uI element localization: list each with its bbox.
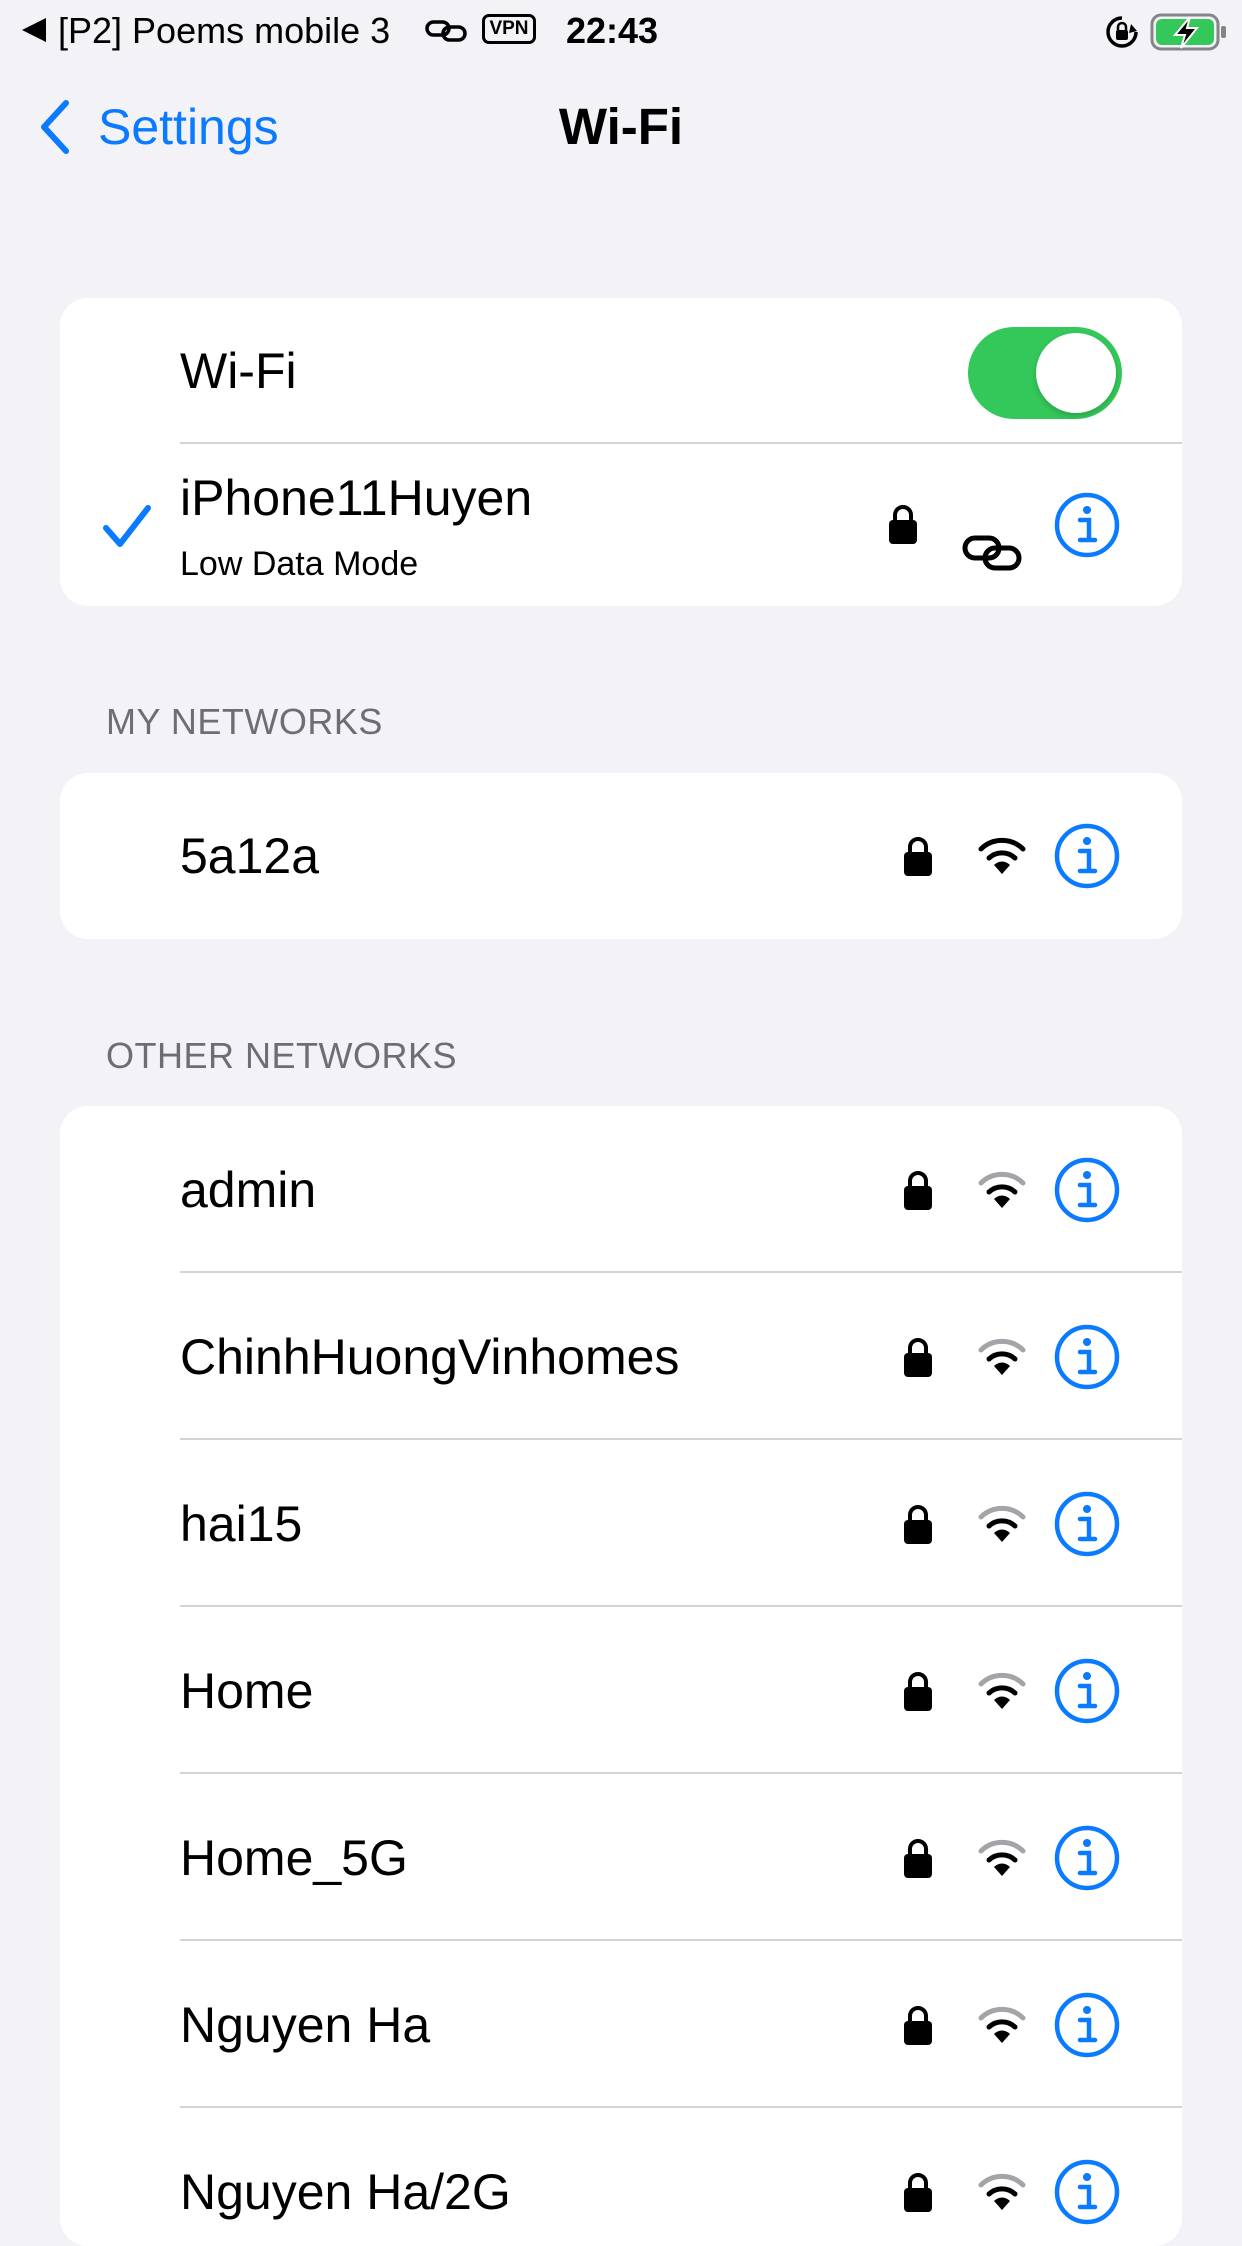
settings-back-label[interactable]: Settings — [98, 92, 279, 162]
network-row[interactable]: 5a12a — [60, 773, 1182, 939]
network-row[interactable]: Nguyen Ha — [60, 1941, 1182, 2108]
wifi-signal-icon — [978, 1505, 1026, 1542]
link-icon — [425, 20, 467, 42]
network-name: ChinhHuongVinhomes — [180, 1328, 680, 1385]
info-icon[interactable] — [1054, 1491, 1120, 1557]
back-to-app-icon[interactable] — [22, 18, 46, 42]
wifi-toggle[interactable] — [968, 327, 1122, 419]
info-icon[interactable] — [1054, 1157, 1120, 1223]
info-icon[interactable] — [1054, 1324, 1120, 1390]
other-networks-group: admin ChinhHuongVinhomes hai15 Home Home… — [60, 1106, 1182, 2246]
lock-icon — [904, 1171, 932, 1210]
vpn-badge: VPN — [482, 14, 536, 44]
network-row[interactable]: admin — [60, 1106, 1182, 1273]
connected-network-name: iPhone11Huyen — [180, 470, 533, 526]
status-bar: [P2] Poems mobile 3 VPN 22:43 — [0, 0, 1242, 62]
info-icon[interactable] — [1054, 1658, 1120, 1724]
info-icon[interactable] — [1054, 1825, 1120, 1891]
network-name: 5a12a — [180, 828, 320, 884]
checkmark-icon — [103, 505, 151, 547]
connected-network-row[interactable]: iPhone11Huyen Low Data Mode — [60, 444, 1182, 606]
orientation-lock-icon — [1106, 16, 1138, 48]
lock-icon — [904, 1672, 932, 1711]
network-name: admin — [180, 1161, 317, 1218]
wifi-signal-icon — [978, 1839, 1026, 1876]
lock-icon — [904, 2006, 932, 2045]
info-icon[interactable] — [1054, 492, 1120, 558]
lock-icon — [904, 1338, 932, 1377]
low-data-mode-label: Low Data Mode — [180, 545, 419, 583]
other-networks-header: OTHER NETWORKS — [106, 1035, 458, 1076]
info-icon[interactable] — [1054, 2159, 1120, 2225]
back-to-app-label[interactable]: [P2] Poems mobile 3 — [58, 9, 390, 53]
my-networks-group: 5a12a — [60, 773, 1182, 939]
wifi-signal-icon — [978, 1672, 1026, 1709]
network-name: Nguyen Ha/2G — [180, 2163, 511, 2220]
wifi-toggle-row: Wi-Fi — [60, 298, 1182, 444]
network-name: hai15 — [180, 1495, 303, 1552]
network-name: Home_5G — [180, 1829, 408, 1886]
clock: 22:43 — [566, 10, 659, 51]
network-name: Nguyen Ha — [180, 1996, 431, 2053]
lock-icon — [904, 2173, 932, 2212]
settings-back-button[interactable]: Settings — [36, 92, 279, 162]
info-icon[interactable] — [1054, 823, 1120, 889]
wifi-signal-icon — [978, 2173, 1026, 2210]
battery-charging-icon — [1150, 13, 1226, 51]
chevron-left-icon — [41, 100, 69, 154]
lock-icon — [904, 837, 932, 876]
toggle-knob — [1036, 333, 1116, 413]
network-row[interactable]: Home — [60, 1607, 1182, 1774]
info-icon[interactable] — [1054, 1992, 1120, 2058]
wifi-signal-icon — [978, 2006, 1026, 2043]
lock-icon — [889, 505, 917, 544]
wifi-group: Wi-Fi iPhone11Huyen Low Data Mode — [60, 298, 1182, 606]
network-row[interactable]: Nguyen Ha/2G — [60, 2108, 1182, 2246]
network-row[interactable]: hai15 — [60, 1440, 1182, 1607]
my-networks-header: MY NETWORKS — [106, 701, 383, 742]
wifi-signal-icon — [978, 1171, 1026, 1208]
wifi-signal-icon — [978, 1338, 1026, 1375]
network-row[interactable]: ChinhHuongVinhomes — [60, 1273, 1182, 1440]
lock-icon — [904, 1839, 932, 1878]
wifi-toggle-label: Wi-Fi — [180, 343, 297, 399]
network-name: Home — [180, 1662, 314, 1719]
network-row[interactable]: Home_5G — [60, 1774, 1182, 1941]
wifi-signal-icon — [978, 837, 1026, 874]
lock-icon — [904, 1505, 932, 1544]
personal-hotspot-link-icon — [962, 535, 1022, 571]
